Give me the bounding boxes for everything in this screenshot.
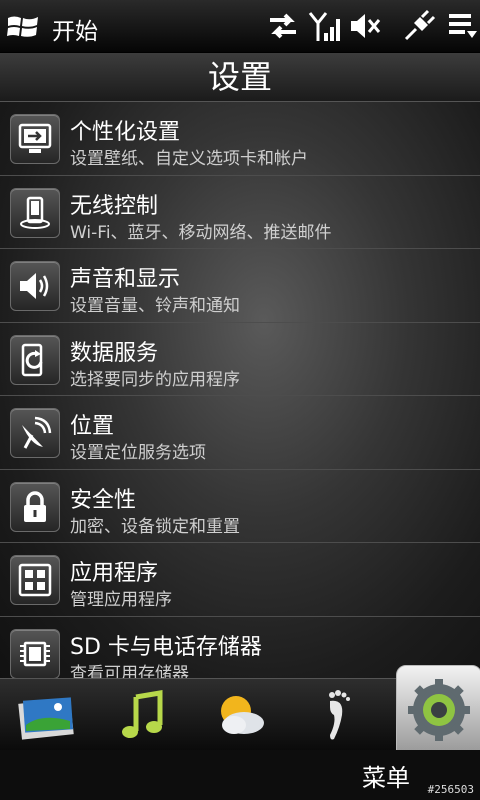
page-title: 设置	[0, 53, 480, 102]
sync-arrows-icon[interactable]	[266, 9, 300, 43]
item-subtitle: 设置音量、铃声和通知	[70, 296, 240, 316]
lock-icon	[10, 481, 60, 532]
photos-icon	[18, 697, 74, 740]
settings-item-personalize[interactable]: 个性化设置 设置壁纸、自定义选项卡和帐户	[0, 102, 480, 176]
settings-list: 个性化设置 设置壁纸、自定义选项卡和帐户 无线控制 Wi-Fi、蓝牙、移动网络、…	[0, 102, 480, 680]
weather-icon	[221, 696, 264, 734]
tab-bar	[0, 665, 480, 753]
volume-mute-icon[interactable]	[348, 9, 382, 43]
footprints-icon	[329, 690, 350, 740]
item-title: 数据服务	[70, 340, 159, 366]
tab-weather[interactable]	[192, 679, 288, 751]
tab-music[interactable]	[96, 679, 192, 751]
item-title: SD 卡与电话存储器	[70, 634, 262, 660]
data-sync-icon	[10, 334, 60, 385]
settings-gear-icon	[408, 679, 470, 741]
settings-item-applications[interactable]: 应用程序 管理应用程序	[0, 543, 480, 617]
power-plug-icon[interactable]	[402, 9, 436, 43]
watermark: #256503	[427, 783, 474, 796]
item-subtitle: Wi-Fi、蓝牙、移动网络、推送邮件	[70, 222, 332, 243]
tab-footprints[interactable]	[288, 679, 384, 751]
memory-chip-icon	[10, 628, 60, 679]
item-subtitle: 加密、设备锁定和重置	[70, 516, 240, 537]
settings-item-wireless[interactable]: 无线控制 Wi-Fi、蓝牙、移动网络、推送邮件	[0, 176, 480, 249]
status-bar: 开始	[0, 0, 480, 53]
item-title: 位置	[70, 414, 115, 439]
wireless-icon	[10, 187, 60, 238]
speaker-icon	[10, 261, 60, 311]
settings-item-location[interactable]: 位置 设置定位服务选项	[0, 396, 480, 470]
satellite-dish-icon	[10, 408, 60, 458]
item-subtitle: 选择要同步的应用程序	[70, 369, 240, 390]
music-note-icon	[122, 690, 163, 738]
item-title: 声音和显示	[70, 267, 181, 292]
item-title: 无线控制	[70, 193, 159, 219]
item-title: 应用程序	[70, 561, 159, 586]
start-label[interactable]: 开始	[52, 12, 98, 46]
tab-photos[interactable]	[0, 679, 96, 751]
item-subtitle: 设置定位服务选项	[70, 443, 206, 463]
menu-softkey[interactable]: 菜单	[362, 758, 410, 793]
apps-grid-icon	[10, 555, 60, 605]
windows-logo-icon[interactable]	[6, 12, 40, 42]
settings-item-data-services[interactable]: 数据服务 选择要同步的应用程序	[0, 323, 480, 396]
item-subtitle: 查看可用存储器	[70, 663, 189, 681]
item-subtitle: 设置壁纸、自定义选项卡和帐户	[70, 149, 308, 169]
item-subtitle: 管理应用程序	[70, 590, 172, 610]
personalize-icon	[10, 114, 60, 164]
item-title: 安全性	[70, 487, 137, 513]
item-title: 个性化设置	[70, 120, 181, 145]
settings-item-security[interactable]: 安全性 加密、设备锁定和重置	[0, 470, 480, 543]
menu-lines-icon[interactable]	[446, 9, 480, 43]
settings-item-sound-display[interactable]: 声音和显示 设置音量、铃声和通知	[0, 249, 480, 323]
tab-settings[interactable]	[396, 665, 480, 753]
signal-icon[interactable]	[308, 9, 342, 43]
